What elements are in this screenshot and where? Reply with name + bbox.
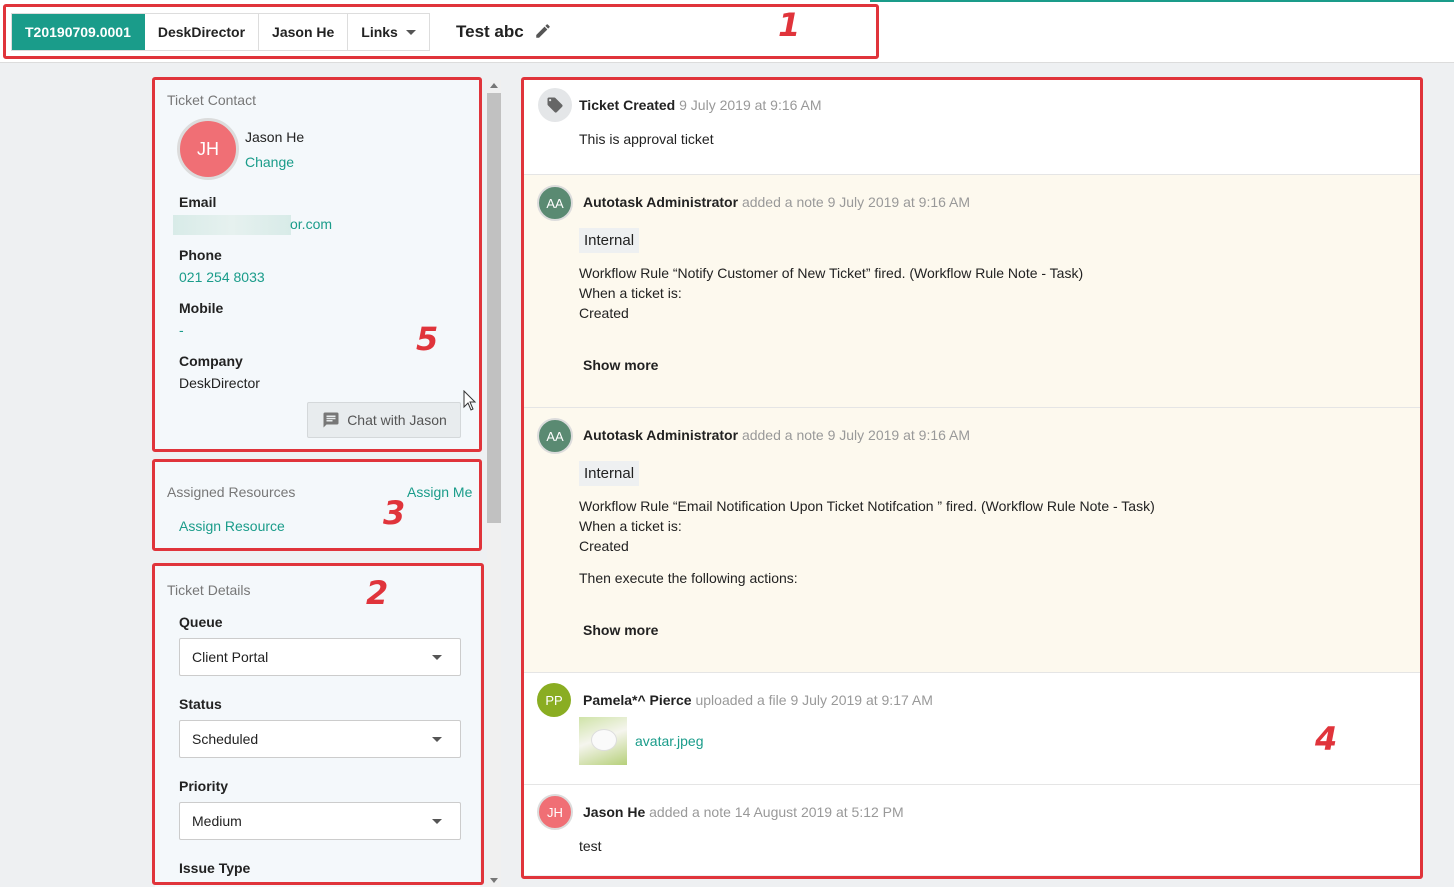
scrollbar-thumb[interactable] — [487, 93, 501, 523]
annotation-number-3: 3 — [383, 494, 406, 532]
scroll-up-arrow-icon[interactable] — [490, 83, 498, 88]
annotation-box-5 — [152, 77, 482, 452]
annotation-number-1: 1 — [778, 6, 801, 44]
annotation-box-2 — [152, 563, 484, 885]
annotation-number-4: 4 — [1315, 720, 1338, 758]
annotation-box-3 — [152, 459, 482, 551]
top-accent-line — [870, 0, 1454, 2]
annotation-box-4 — [521, 77, 1423, 879]
annotation-number-5: 5 — [416, 320, 439, 358]
scroll-down-arrow-icon[interactable] — [490, 878, 498, 883]
annotation-number-2: 2 — [366, 574, 389, 612]
annotation-box-1 — [3, 4, 879, 59]
